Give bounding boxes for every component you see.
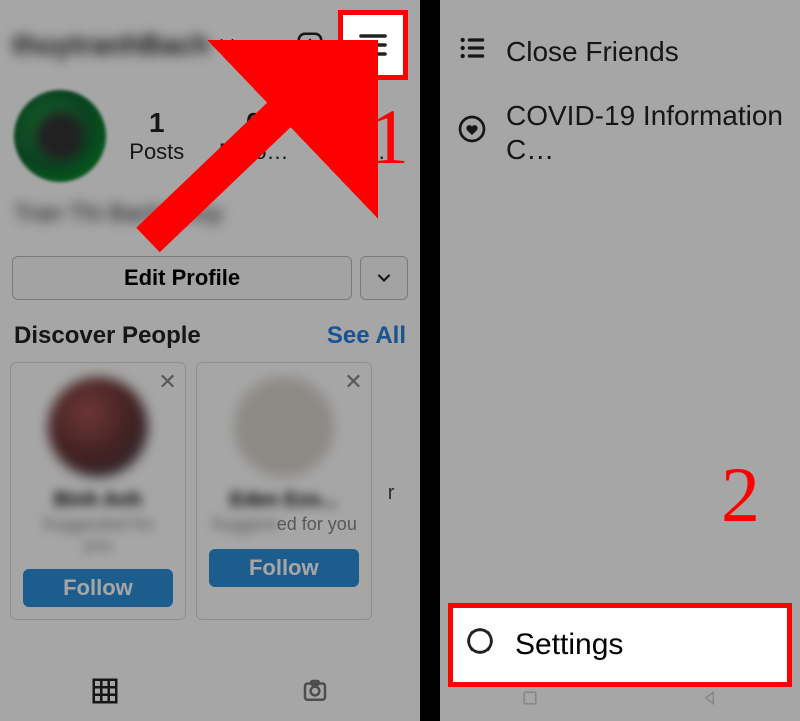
close-icon[interactable]: ✕ xyxy=(158,369,176,395)
suggestion-avatar xyxy=(234,377,334,477)
tagged-tab-icon[interactable] xyxy=(300,676,330,711)
suggestion-card-partial: r xyxy=(382,362,410,620)
heart-circle-icon xyxy=(456,113,488,152)
profile-header: thuytranhBach xyxy=(0,0,420,86)
menu-item-label: COVID-19 Information C… xyxy=(506,99,784,166)
menu-item-close-friends[interactable]: Close Friends xyxy=(450,18,790,85)
posts-count: 1 xyxy=(129,107,184,139)
followers-label: Follo… xyxy=(219,139,289,165)
discover-people-title: Discover People xyxy=(14,322,201,350)
settings-icon xyxy=(463,624,497,666)
grid-tab-icon[interactable] xyxy=(90,676,120,711)
suggestion-avatar xyxy=(48,377,148,477)
profile-tabs xyxy=(0,665,420,721)
posts-label: Posts xyxy=(129,139,184,165)
create-post-icon[interactable] xyxy=(288,23,332,67)
hamburger-menu-button[interactable] xyxy=(338,10,408,80)
suggestion-card[interactable]: ✕ Eden Eos... Suggested for you Follow xyxy=(196,362,372,620)
profile-avatar[interactable] xyxy=(14,90,106,182)
suggestion-subtext: Suggested for you xyxy=(211,514,357,535)
see-all-link[interactable]: See All xyxy=(327,322,406,350)
suggestion-name: Binh Anh xyxy=(54,489,142,512)
nav-back-icon[interactable] xyxy=(700,688,720,713)
stat-following[interactable]: 0 Follo… xyxy=(323,107,393,165)
following-count: 0 xyxy=(323,107,393,139)
settings-label: Settings xyxy=(515,628,623,662)
menu-item-label: Close Friends xyxy=(506,35,679,69)
chevron-down-icon[interactable] xyxy=(216,32,238,59)
suggestion-subtext: Suggested foryou xyxy=(42,514,154,555)
follow-button[interactable]: Follow xyxy=(23,569,173,607)
discover-toggle-button[interactable] xyxy=(360,256,408,300)
following-label: Follo… xyxy=(323,139,393,165)
username-label[interactable]: thuytranhBach xyxy=(12,29,210,61)
profile-screen: thuytranhBach 1 Posts 0 Follo… 0 Follo… xyxy=(0,0,420,721)
follow-button[interactable]: Follow xyxy=(209,549,359,587)
menu-drawer: Close Friends COVID-19 Information C… Se… xyxy=(440,0,800,721)
stat-followers[interactable]: 0 Follo… xyxy=(219,107,289,165)
stat-posts[interactable]: 1 Posts xyxy=(129,107,184,165)
suggestion-name: Eden Eos... xyxy=(230,489,338,512)
stats-row: 1 Posts 0 Follo… 0 Follo… xyxy=(0,86,420,182)
settings-button[interactable]: Settings xyxy=(448,603,792,687)
nav-recent-icon[interactable] xyxy=(520,688,540,713)
suggestion-cards: ✕ Binh Anh Suggested foryou Follow ✕ Ede… xyxy=(0,356,420,620)
close-friends-icon xyxy=(456,32,488,71)
partial-text: r xyxy=(388,482,395,505)
suggestion-card[interactable]: ✕ Binh Anh Suggested foryou Follow xyxy=(10,362,186,620)
close-icon[interactable]: ✕ xyxy=(344,369,362,395)
display-name: Tran Thi Bach Thuy xyxy=(14,200,420,238)
edit-profile-button[interactable]: Edit Profile xyxy=(12,256,352,300)
menu-item-covid-info[interactable]: COVID-19 Information C… xyxy=(450,85,790,180)
followers-count: 0 xyxy=(219,107,289,139)
